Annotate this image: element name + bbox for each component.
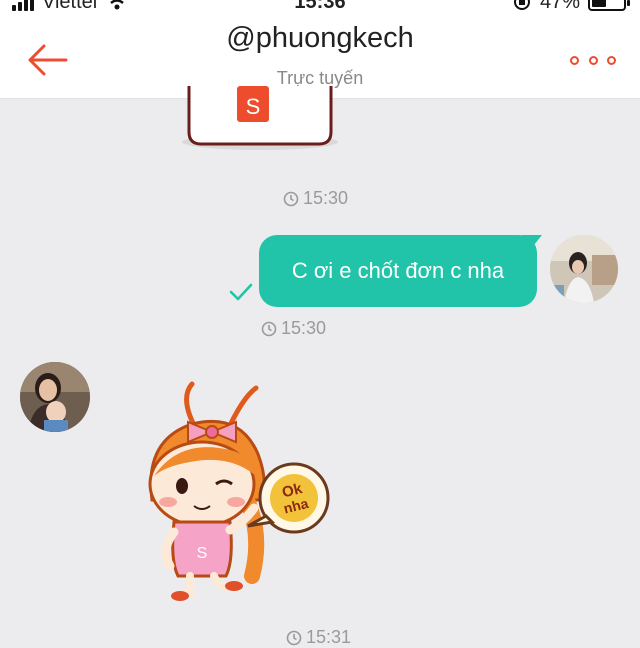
- clock-icon: [286, 630, 302, 645]
- ok-nha-sticker[interactable]: S Ok nha: [130, 380, 340, 610]
- more-dot: [607, 55, 616, 65]
- chat-area[interactable]: S 15:30 C ơi e chốt đơn c nha 15:30 S Ok…: [0, 86, 640, 647]
- avatar-image: [20, 362, 90, 432]
- status-bar: Viettel 15:36 47%: [0, 0, 640, 16]
- message-timestamp: 15:30: [283, 188, 348, 209]
- shopee-bag-sticker[interactable]: S: [175, 86, 345, 160]
- timestamp-text: 15:31: [306, 627, 352, 647]
- more-dot: [588, 55, 598, 65]
- battery-percent: 47%: [539, 0, 580, 13]
- more-options-button[interactable]: [570, 52, 616, 68]
- clock-icon: [283, 191, 299, 206]
- timestamp-text: 15:30: [281, 318, 327, 338]
- check-icon: [229, 283, 253, 301]
- avatar-image: [550, 235, 618, 303]
- bubble-tail: [522, 235, 542, 255]
- status-right: 47%: [512, 0, 630, 16]
- timestamp-text: 15:30: [303, 188, 349, 208]
- battery-icon: [588, 0, 630, 11]
- message-text: C ơi e chốt đơn c nha: [291, 258, 505, 283]
- message-timestamp: 15:31: [286, 627, 351, 648]
- svg-text:S: S: [197, 545, 208, 562]
- clock-icon: [261, 321, 277, 336]
- battery-fill: [592, 0, 606, 7]
- more-options-icon: [570, 55, 579, 65]
- partner-avatar[interactable]: [20, 362, 90, 432]
- my-avatar[interactable]: [550, 235, 618, 303]
- svg-text:S: S: [246, 94, 261, 119]
- orientation-lock-icon: [513, 0, 530, 10]
- message-timestamp: 15:30: [261, 318, 326, 339]
- chat-partner-name: @phuongkech: [226, 22, 414, 54]
- sent-message-bubble[interactable]: C ơi e chốt đơn c nha: [259, 235, 537, 307]
